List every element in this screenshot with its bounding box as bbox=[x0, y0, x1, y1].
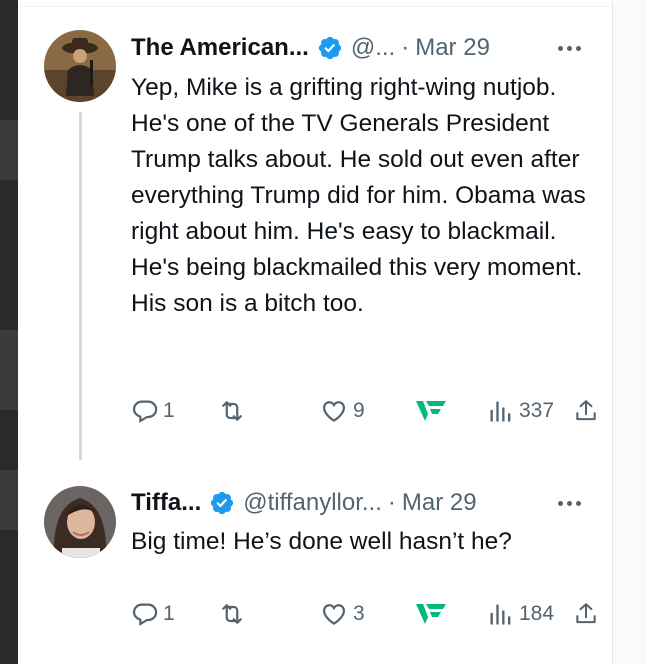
share-icon bbox=[573, 397, 599, 425]
separator: · bbox=[401, 34, 410, 61]
like-icon bbox=[319, 397, 349, 425]
like-count: 9 bbox=[353, 399, 365, 422]
background-fragment bbox=[0, 470, 18, 530]
views-button[interactable]: 184 bbox=[487, 599, 554, 629]
tweet-header: Tiffa... @tiffanyllor... · Mar 29 bbox=[131, 488, 477, 518]
handle[interactable]: @... bbox=[351, 34, 395, 62]
reply-count: 1 bbox=[163, 399, 175, 422]
like-icon bbox=[319, 600, 349, 628]
share-button[interactable] bbox=[573, 599, 599, 629]
reply-icon bbox=[131, 600, 159, 628]
more-icon[interactable] bbox=[558, 488, 581, 518]
handle[interactable]: @tiffanyllor... bbox=[243, 489, 382, 517]
repost-button[interactable] bbox=[217, 396, 251, 426]
repost-icon bbox=[217, 397, 247, 425]
tweet[interactable]: Tiffa... @tiffanyllor... · Mar 29 Big ti… bbox=[18, 460, 612, 664]
repost-button[interactable] bbox=[217, 599, 251, 629]
display-name[interactable]: Tiffa... bbox=[131, 489, 201, 517]
reply-button[interactable]: 1 bbox=[131, 396, 175, 426]
verified-badge-icon bbox=[317, 35, 343, 61]
thread-line bbox=[79, 112, 82, 460]
views-button[interactable]: 337 bbox=[487, 396, 554, 426]
sidebar-area bbox=[613, 0, 646, 664]
reply-icon bbox=[131, 397, 159, 425]
background-window-strip bbox=[0, 0, 18, 664]
views-count: 337 bbox=[519, 399, 555, 422]
repost-icon bbox=[217, 600, 247, 628]
tweet-actions: 1 3 184 bbox=[131, 599, 596, 629]
tweet-text: Yep, Mike is a grifting right-wing nutjo… bbox=[131, 74, 586, 317]
like-button[interactable]: 3 bbox=[319, 599, 365, 629]
app-button[interactable] bbox=[414, 396, 448, 426]
reply-count: 1 bbox=[163, 602, 175, 625]
tweet-text: Big time! He’s done well hasn’t he? bbox=[131, 528, 512, 555]
background-fragment bbox=[0, 120, 18, 180]
tweet-actions: 1 9 337 bbox=[131, 396, 596, 426]
background-fragment bbox=[0, 330, 18, 410]
like-button[interactable]: 9 bbox=[319, 396, 365, 426]
share-button[interactable] bbox=[573, 396, 599, 426]
verified-badge-icon bbox=[209, 490, 235, 516]
tweet-date[interactable]: Mar 29 bbox=[402, 489, 477, 517]
separator: · bbox=[387, 489, 396, 516]
views-icon bbox=[487, 600, 515, 628]
app-button[interactable] bbox=[414, 599, 448, 629]
more-icon[interactable] bbox=[558, 33, 581, 63]
avatar[interactable] bbox=[44, 486, 116, 558]
avatar[interactable] bbox=[44, 30, 116, 102]
app-icon bbox=[414, 398, 448, 424]
tweet-header: The American... @... · Mar 29 bbox=[131, 33, 490, 63]
views-count: 184 bbox=[519, 602, 555, 625]
app-icon bbox=[414, 601, 448, 627]
share-icon bbox=[573, 600, 599, 628]
like-count: 3 bbox=[353, 602, 365, 625]
tweet-date[interactable]: Mar 29 bbox=[415, 34, 490, 62]
views-icon bbox=[487, 397, 515, 425]
reply-button[interactable]: 1 bbox=[131, 599, 175, 629]
tweet[interactable]: The American... @... · Mar 29 Yep, Mike … bbox=[18, 0, 612, 460]
display-name[interactable]: The American... bbox=[131, 34, 309, 62]
